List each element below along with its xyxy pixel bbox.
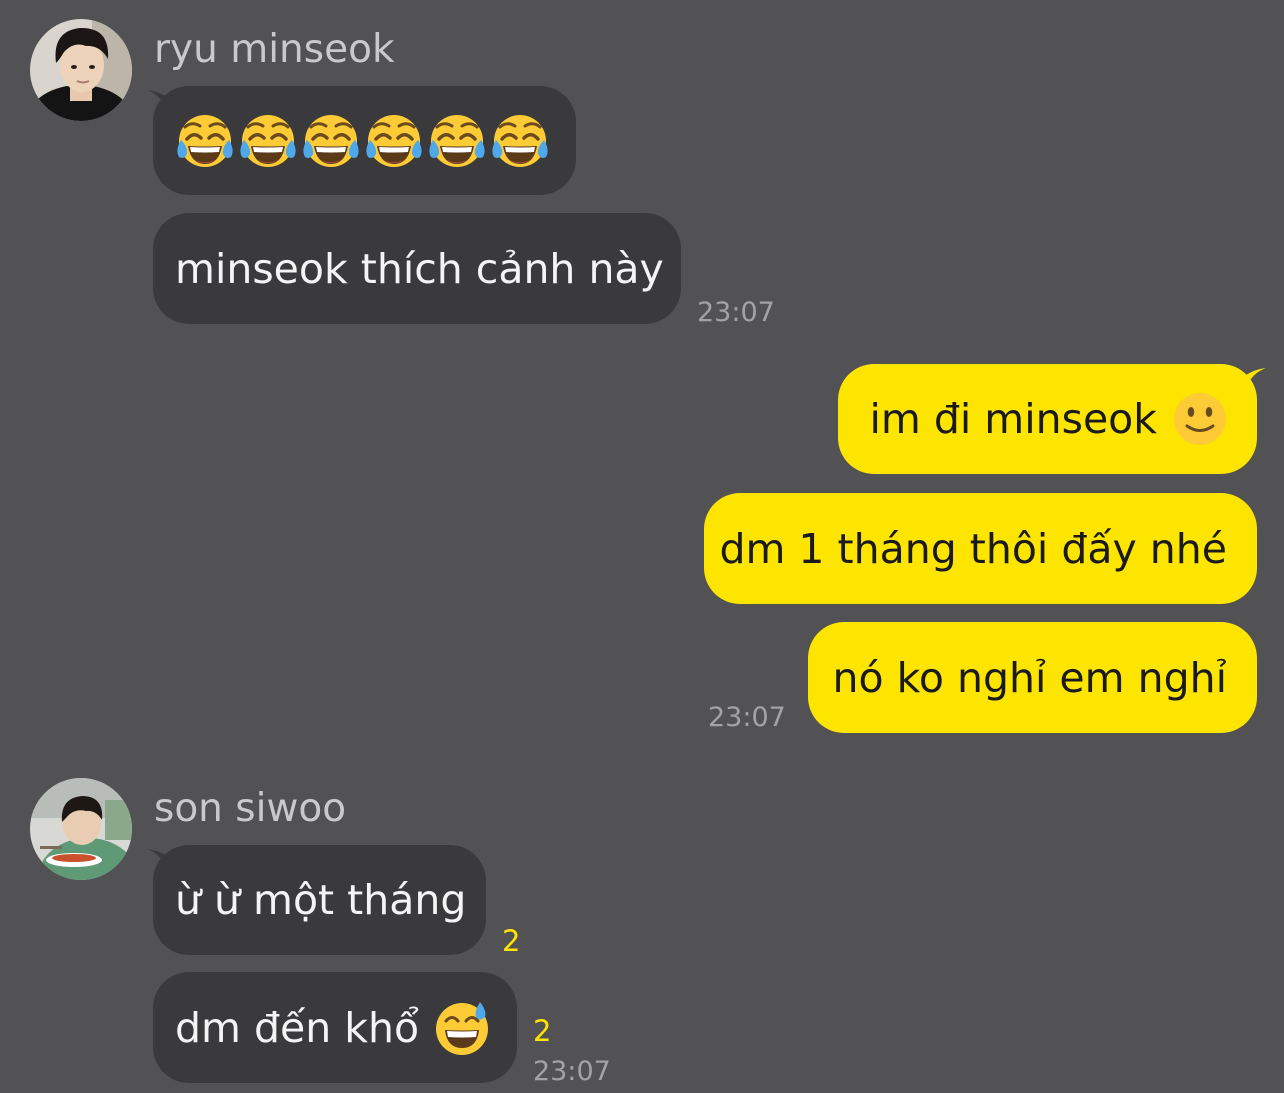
- unread-count-badge: 2: [533, 1014, 552, 1048]
- message-bubble-outgoing[interactable]: dm 1 tháng thôi đấy nhé: [704, 493, 1257, 604]
- message-text: minseok thích cảnh này: [175, 244, 664, 293]
- sender-name: ryu minseok: [154, 27, 395, 72]
- message-timestamp: 23:07: [697, 297, 775, 328]
- grinning-face-with-sweat-icon: [435, 1000, 490, 1056]
- slightly-smiling-face-icon: [1173, 392, 1227, 446]
- message-timestamp: 23:07: [533, 1056, 611, 1087]
- message-bubble[interactable]: ừ ừ một tháng: [153, 845, 486, 955]
- message-timestamp: 23:07: [708, 702, 786, 733]
- message-text: dm đến khổ: [175, 1003, 420, 1052]
- face-with-tears-of-joy-icon: [427, 113, 487, 168]
- message-text: im đi minseok: [869, 395, 1157, 443]
- message-text: dm 1 tháng thôi đấy nhé: [719, 524, 1227, 573]
- message-bubble[interactable]: minseok thích cảnh này: [153, 213, 681, 324]
- sender-name: son siwoo: [154, 786, 347, 831]
- message-text: ừ ừ một tháng: [175, 876, 467, 924]
- message-text: nó ko nghỉ em nghỉ: [832, 653, 1227, 702]
- message-bubble[interactable]: dm đến khổ: [153, 972, 517, 1083]
- message-bubble-emoji[interactable]: [153, 86, 576, 195]
- face-with-tears-of-joy-icon: [301, 113, 361, 168]
- face-with-tears-of-joy-icon: [238, 113, 298, 168]
- message-bubble-outgoing[interactable]: nó ko nghỉ em nghỉ: [808, 622, 1257, 733]
- face-with-tears-of-joy-icon: [364, 113, 424, 168]
- avatar-ryu-minseok[interactable]: [30, 19, 132, 121]
- message-bubble-outgoing[interactable]: im đi minseok: [838, 364, 1257, 474]
- unread-count-badge: 2: [502, 924, 521, 958]
- avatar-son-siwoo[interactable]: [30, 778, 132, 880]
- face-with-tears-of-joy-icon: [175, 113, 235, 168]
- emoji-row: [175, 113, 550, 168]
- face-with-tears-of-joy-icon: [490, 113, 550, 168]
